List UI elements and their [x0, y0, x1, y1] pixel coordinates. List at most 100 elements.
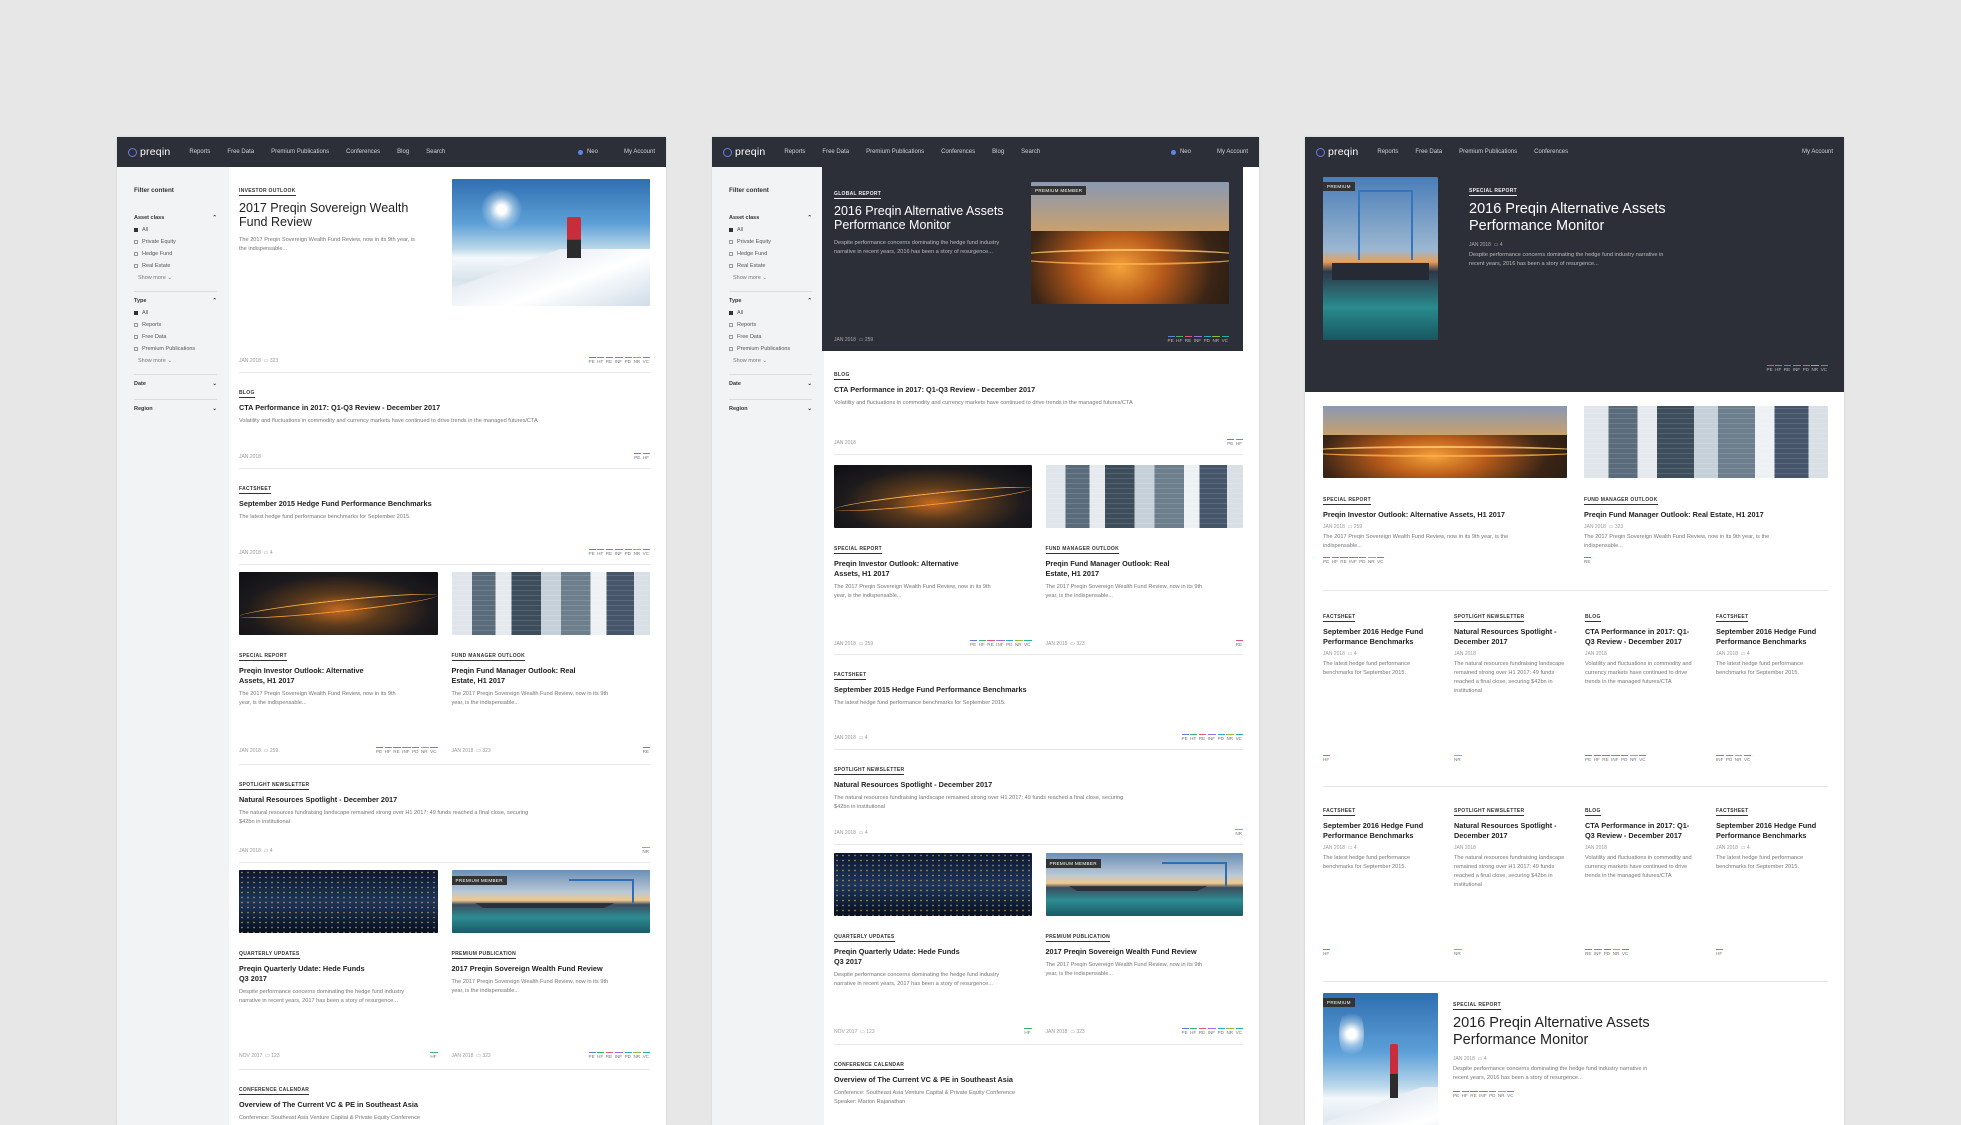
- card[interactable]: Special report Preqin Investor Outlook: …: [834, 465, 1032, 655]
- filter-group-date[interactable]: Date ⌄: [729, 374, 812, 387]
- card[interactable]: Quarterly updates Preqin Quarterly Udate…: [239, 870, 438, 1067]
- checkbox[interactable]: [729, 240, 733, 244]
- nav-free-data[interactable]: Free Data: [227, 149, 254, 155]
- card-title[interactable]: CTA Performance in 2017: Q1-Q3 Review - …: [1585, 627, 1697, 647]
- card-title[interactable]: CTA Performance in 2017: Q1-Q3 Review - …: [834, 385, 1243, 395]
- card-image[interactable]: [834, 465, 1032, 528]
- card[interactable]: Fund manager outlook Preqin Fund Manager…: [1584, 406, 1828, 590]
- filter-option[interactable]: Private Equity: [134, 239, 217, 245]
- nav-premium-publications[interactable]: Premium Publications: [866, 149, 924, 155]
- nav-premium-publications[interactable]: Premium Publications: [1459, 149, 1517, 155]
- small-card[interactable]: Factsheet September 2016 Hedge Fund Perf…: [1716, 605, 1828, 786]
- nav-search[interactable]: Search: [426, 149, 445, 155]
- filter-option[interactable]: All: [134, 227, 217, 233]
- card[interactable]: Fund manager outlook Preqin Fund Manager…: [1045, 465, 1243, 655]
- filter-option[interactable]: Reports: [134, 322, 217, 328]
- list-item[interactable]: Spotlight newsletter Natural Resources S…: [834, 750, 1243, 845]
- card-title[interactable]: Preqin Investor Outlook: Alternative Ass…: [834, 559, 964, 579]
- card-title[interactable]: Preqin Fund Manager Outlook: Real Estate…: [1046, 559, 1176, 579]
- list-item[interactable]: Factsheet September 2015 Hedge Fund Perf…: [239, 469, 650, 565]
- filter-option[interactable]: Free Data: [729, 334, 812, 340]
- card-title[interactable]: CTA Performance in 2017: Q1-Q3 Review - …: [239, 403, 650, 413]
- list-item[interactable]: Spotlight newsletter Natural Resources S…: [239, 765, 650, 863]
- small-card[interactable]: Factsheet September 2016 Hedge Fund Perf…: [1323, 799, 1435, 981]
- user-menu[interactable]: Neo: [577, 149, 598, 155]
- list-item[interactable]: Conference calendar Overview of The Curr…: [834, 1045, 1243, 1107]
- filter-option[interactable]: All: [134, 310, 217, 316]
- checkbox[interactable]: [729, 335, 733, 339]
- filter-option[interactable]: Hedge Fund: [134, 251, 217, 257]
- card[interactable]: Premium member Premium publication 2017 …: [451, 870, 650, 1067]
- card-image[interactable]: Premium member: [1045, 853, 1243, 916]
- filter-group-date[interactable]: Date ⌄: [134, 374, 217, 387]
- card-title[interactable]: September 2016 Hedge Fund Performance Be…: [1716, 627, 1828, 647]
- card-image[interactable]: [452, 179, 650, 306]
- filter-option[interactable]: Free Data: [134, 334, 217, 340]
- nav-reports[interactable]: Reports: [1377, 149, 1398, 155]
- small-card[interactable]: Spotlight newsletter Natural Resources S…: [1454, 605, 1566, 786]
- filter-option[interactable]: Real Estate: [134, 263, 217, 269]
- card-title[interactable]: 2017 Preqin Sovereign Wealth Fund Review: [239, 201, 419, 229]
- feature-card[interactable]: Premium Special report 2016 Preqin Alter…: [1323, 981, 1828, 1125]
- show-more-link[interactable]: Show more ⌄: [138, 275, 217, 281]
- card-image[interactable]: [239, 870, 438, 933]
- feature-card[interactable]: Investor outlook 2017 Preqin Sovereign W…: [239, 179, 650, 373]
- list-item[interactable]: Factsheet September 2015 Hedge Fund Perf…: [834, 655, 1243, 750]
- preqin-logo[interactable]: preqin: [128, 146, 170, 158]
- card-image[interactable]: Premium: [1323, 993, 1438, 1125]
- filter-option[interactable]: Reports: [729, 322, 812, 328]
- card-title[interactable]: Preqin Quarterly Udate: Hede Funds Q3 20…: [239, 964, 369, 984]
- checkbox[interactable]: [729, 311, 733, 315]
- card-image[interactable]: [834, 853, 1032, 916]
- card[interactable]: Quarterly updates Preqin Quarterly Udate…: [834, 853, 1032, 1043]
- checkbox[interactable]: [134, 323, 138, 327]
- filter-option[interactable]: Real Estate: [729, 263, 812, 269]
- small-card[interactable]: Spotlight newsletter Natural Resources S…: [1454, 799, 1566, 981]
- card-title[interactable]: Preqin Fund Manager Outlook: Real Estate…: [452, 666, 582, 686]
- nav-conferences[interactable]: Conferences: [346, 149, 380, 155]
- filter-option[interactable]: All: [729, 310, 812, 316]
- preqin-logo[interactable]: preqin: [1316, 146, 1358, 158]
- small-card[interactable]: Blog CTA Performance in 2017: Q1-Q3 Revi…: [1585, 605, 1697, 786]
- filter-group-asset-class[interactable]: Asset class ⌃: [729, 209, 812, 221]
- card-image[interactable]: Premium: [1323, 177, 1438, 340]
- checkbox[interactable]: [134, 264, 138, 268]
- filter-group-region[interactable]: Region ⌄: [729, 399, 812, 412]
- card-image[interactable]: [239, 572, 438, 635]
- small-card[interactable]: Blog CTA Performance in 2017: Q1-Q3 Revi…: [1585, 799, 1697, 981]
- card[interactable]: Premium member Premium publication 2017 …: [1045, 853, 1243, 1043]
- list-item[interactable]: Conference calendar Overview of The Curr…: [239, 1070, 650, 1123]
- filter-group-asset-class[interactable]: Asset class ⌃: [134, 209, 217, 221]
- list-item[interactable]: Blog CTA Performance in 2017: Q1-Q3 Revi…: [834, 363, 1243, 455]
- nav-premium-publications[interactable]: Premium Publications: [271, 149, 329, 155]
- filter-group-type[interactable]: Type ⌃: [729, 291, 812, 304]
- checkbox[interactable]: [729, 264, 733, 268]
- card[interactable]: Special report Preqin Investor Outlook: …: [1323, 406, 1567, 590]
- nav-blog[interactable]: Blog: [992, 149, 1004, 155]
- card-image[interactable]: Premium member: [1031, 182, 1229, 304]
- card-image[interactable]: [1045, 465, 1243, 528]
- card-title[interactable]: Preqin Investor Outlook: Alternative Ass…: [239, 666, 369, 686]
- list-item[interactable]: Blog CTA Performance in 2017: Q1-Q3 Revi…: [239, 373, 650, 469]
- checkbox[interactable]: [134, 228, 138, 232]
- show-more-link[interactable]: Show more ⌄: [138, 358, 217, 364]
- my-account-link[interactable]: My Account: [1802, 149, 1833, 155]
- checkbox[interactable]: [134, 311, 138, 315]
- checkbox[interactable]: [729, 252, 733, 256]
- card-title[interactable]: Natural Resources Spotlight - December 2…: [1454, 627, 1566, 647]
- card-title[interactable]: Preqin Fund Manager Outlook: Real Estate…: [1584, 510, 1828, 520]
- filter-option[interactable]: Hedge Fund: [729, 251, 812, 257]
- nav-free-data[interactable]: Free Data: [822, 149, 849, 155]
- card-title[interactable]: Preqin Quarterly Udate: Hede Funds Q3 20…: [834, 947, 964, 967]
- checkbox[interactable]: [134, 252, 138, 256]
- nav-free-data[interactable]: Free Data: [1415, 149, 1442, 155]
- card-title[interactable]: September 2016 Hedge Fund Performance Be…: [1323, 821, 1435, 841]
- nav-blog[interactable]: Blog: [397, 149, 409, 155]
- preqin-logo[interactable]: preqin: [723, 146, 765, 158]
- nav-search[interactable]: Search: [1021, 149, 1040, 155]
- filter-option[interactable]: All: [729, 227, 812, 233]
- nav-conferences[interactable]: Conferences: [941, 149, 975, 155]
- checkbox[interactable]: [134, 335, 138, 339]
- card-title[interactable]: September 2015 Hedge Fund Performance Be…: [239, 499, 650, 509]
- card[interactable]: Fund manager outlook Preqin Fund Manager…: [451, 572, 650, 762]
